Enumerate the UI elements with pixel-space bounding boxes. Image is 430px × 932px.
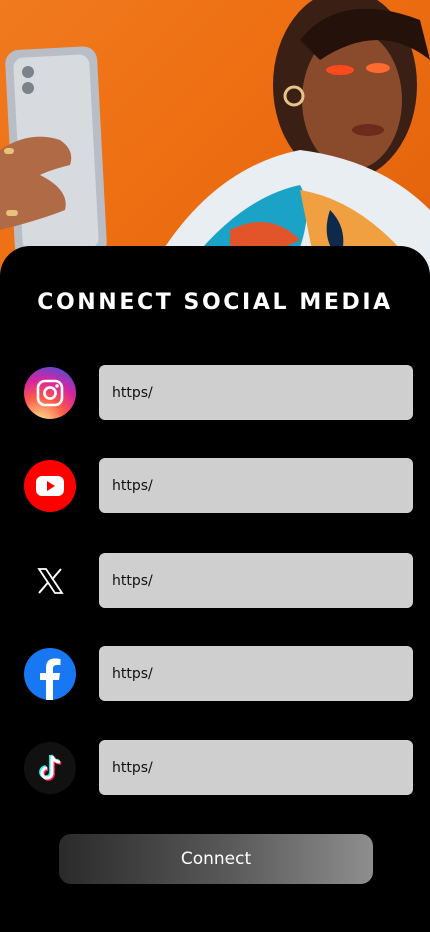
youtube-url-input[interactable] <box>99 458 413 513</box>
instagram-url-input[interactable] <box>99 365 413 420</box>
connect-button[interactable]: Connect <box>59 834 373 884</box>
facebook-icon <box>24 648 76 700</box>
x-url-input[interactable] <box>99 553 413 608</box>
connect-social-screen: CONNECT SOCIAL MEDIA https/ https/ https… <box>0 0 430 932</box>
social-row-facebook <box>0 646 430 702</box>
facebook-url-input[interactable] <box>99 646 413 701</box>
tiktok-url-input[interactable] <box>99 740 413 795</box>
social-row-tiktok <box>0 740 430 796</box>
social-row-x <box>0 553 430 609</box>
instagram-icon <box>24 367 76 419</box>
tiktok-icon <box>24 742 76 794</box>
youtube-icon <box>24 460 76 512</box>
page-title: CONNECT SOCIAL MEDIA <box>37 290 393 315</box>
social-row-youtube <box>0 458 430 514</box>
x-icon <box>24 555 76 607</box>
social-row-instagram <box>0 365 430 421</box>
